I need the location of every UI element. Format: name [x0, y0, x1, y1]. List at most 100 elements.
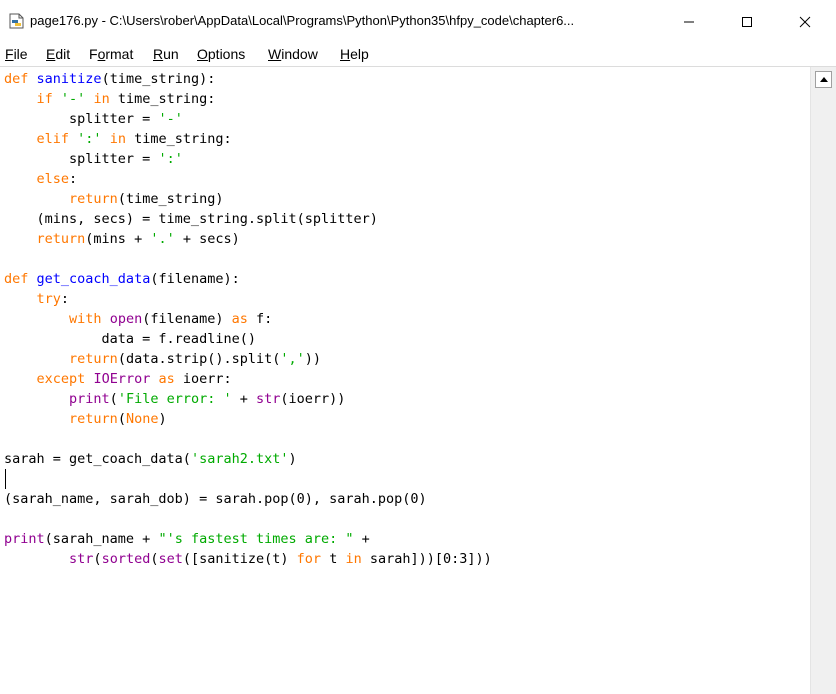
code-token: open	[109, 311, 143, 327]
menu-options[interactable]: Options	[197, 46, 245, 62]
menu-window[interactable]: Window	[268, 46, 318, 62]
code-line[interactable]: print('File error: ' + str(ioerr))	[4, 389, 810, 409]
code-line[interactable]	[4, 469, 810, 489]
code-token: time_string:	[125, 131, 232, 147]
code-line[interactable]: return(data.strip().split(','))	[4, 349, 810, 369]
code-line[interactable]: else:	[4, 169, 810, 189]
code-token: in	[345, 551, 362, 567]
menu-run-accel: R	[153, 46, 164, 62]
code-token: '-'	[158, 111, 183, 127]
code-token: sorted	[101, 551, 151, 567]
scroll-up-arrow-icon	[819, 77, 828, 82]
menu-format[interactable]: Format	[89, 46, 133, 62]
menu-window-label: indow	[281, 46, 318, 62]
code-token: :	[69, 171, 78, 187]
menu-format-label: rmat	[105, 46, 134, 62]
menu-edit[interactable]: Edit	[46, 46, 70, 62]
code-token: elif	[36, 131, 70, 147]
menu-options-label: ptions	[207, 46, 246, 62]
menu-options-accel: O	[197, 46, 208, 62]
title-bar[interactable]: page176.py - C:\Users\rober\AppData\Loca…	[0, 0, 836, 44]
code-line[interactable]	[4, 509, 810, 529]
code-token: ':'	[158, 151, 183, 167]
code-line[interactable]: elif ':' in time_string:	[4, 129, 810, 149]
code-token: )	[288, 451, 297, 467]
code-line[interactable]: splitter = '-'	[4, 109, 810, 129]
code-token: 'File error: '	[117, 391, 232, 407]
minimize-button[interactable]	[660, 0, 718, 44]
code-line[interactable]: print(sarah_name + "'s fastest times are…	[4, 529, 810, 549]
code-token: (time_string):	[101, 71, 216, 87]
menu-help[interactable]: Help	[340, 46, 369, 62]
code-token: in	[109, 131, 126, 147]
code-editor[interactable]: def sanitize(time_string): if '-' in tim…	[0, 67, 810, 694]
code-line[interactable]: (sarah_name, sarah_dob) = sarah.pop(0), …	[4, 489, 810, 509]
code-line[interactable]: data = f.readline()	[4, 329, 810, 349]
maximize-icon	[742, 17, 752, 27]
vertical-scrollbar[interactable]	[810, 67, 836, 694]
code-line[interactable]: str(sorted(set([sanitize(t) for t in sar…	[4, 549, 810, 569]
code-token: f:	[247, 311, 273, 327]
code-token: set	[158, 551, 183, 567]
code-token: data = f.readline()	[4, 331, 256, 347]
code-line[interactable]: except IOError as ioerr:	[4, 369, 810, 389]
code-line[interactable]: try:	[4, 289, 810, 309]
close-button[interactable]	[776, 0, 834, 44]
code-token: (data.strip().split(	[117, 351, 281, 367]
maximize-button[interactable]	[718, 0, 776, 44]
code-token: print	[4, 531, 45, 547]
code-token: None	[125, 411, 159, 427]
code-token: except	[36, 371, 86, 387]
code-line[interactable]	[4, 429, 810, 449]
code-line[interactable]: def get_coach_data(filename):	[4, 269, 810, 289]
code-line[interactable]: (mins, secs) = time_string.split(splitte…	[4, 209, 810, 229]
code-text[interactable]: def sanitize(time_string): if '-' in tim…	[0, 67, 810, 569]
code-token: "'s fastest times are: "	[158, 531, 354, 547]
code-token: + secs)	[174, 231, 240, 247]
close-icon	[799, 16, 811, 28]
code-line[interactable]: splitter = ':'	[4, 149, 810, 169]
code-token: splitter =	[4, 111, 159, 127]
code-token: return	[36, 231, 86, 247]
code-line[interactable]: with open(filename) as f:	[4, 309, 810, 329]
menu-file[interactable]: File	[5, 46, 28, 62]
code-token: ([sanitize(t)	[182, 551, 297, 567]
scroll-up-button[interactable]	[815, 71, 832, 88]
code-token: sarah = get_coach_data(	[4, 451, 191, 467]
code-token: get_coach_data	[36, 271, 151, 287]
code-line[interactable]: return(None)	[4, 409, 810, 429]
code-line[interactable]: return(mins + '.' + secs)	[4, 229, 810, 249]
code-token: (	[109, 391, 118, 407]
menu-run[interactable]: Run	[153, 46, 179, 62]
code-token: for	[296, 551, 322, 567]
code-token: (sarah_name, sarah_dob) = sarah.pop(0), …	[4, 491, 427, 507]
code-token: str	[256, 391, 281, 407]
code-token: +	[231, 391, 256, 407]
menu-edit-label: dit	[55, 46, 71, 62]
code-token: ':'	[77, 131, 102, 147]
code-line[interactable]: return(time_string)	[4, 189, 810, 209]
code-token: (filename)	[142, 311, 232, 327]
code-token: :	[60, 291, 70, 307]
code-token: def	[4, 271, 29, 287]
menu-run-label: un	[163, 46, 179, 62]
code-token: (mins, secs) = time_string.split(splitte…	[4, 211, 378, 227]
code-line[interactable]: def sanitize(time_string):	[4, 69, 810, 89]
python-file-icon	[8, 12, 26, 30]
code-token: print	[69, 391, 110, 407]
code-line[interactable]	[4, 249, 810, 269]
code-line[interactable]: if '-' in time_string:	[4, 89, 810, 109]
code-token: def	[4, 71, 29, 87]
code-token: in	[93, 91, 110, 107]
code-line[interactable]: sarah = get_coach_data('sarah2.txt')	[4, 449, 810, 469]
